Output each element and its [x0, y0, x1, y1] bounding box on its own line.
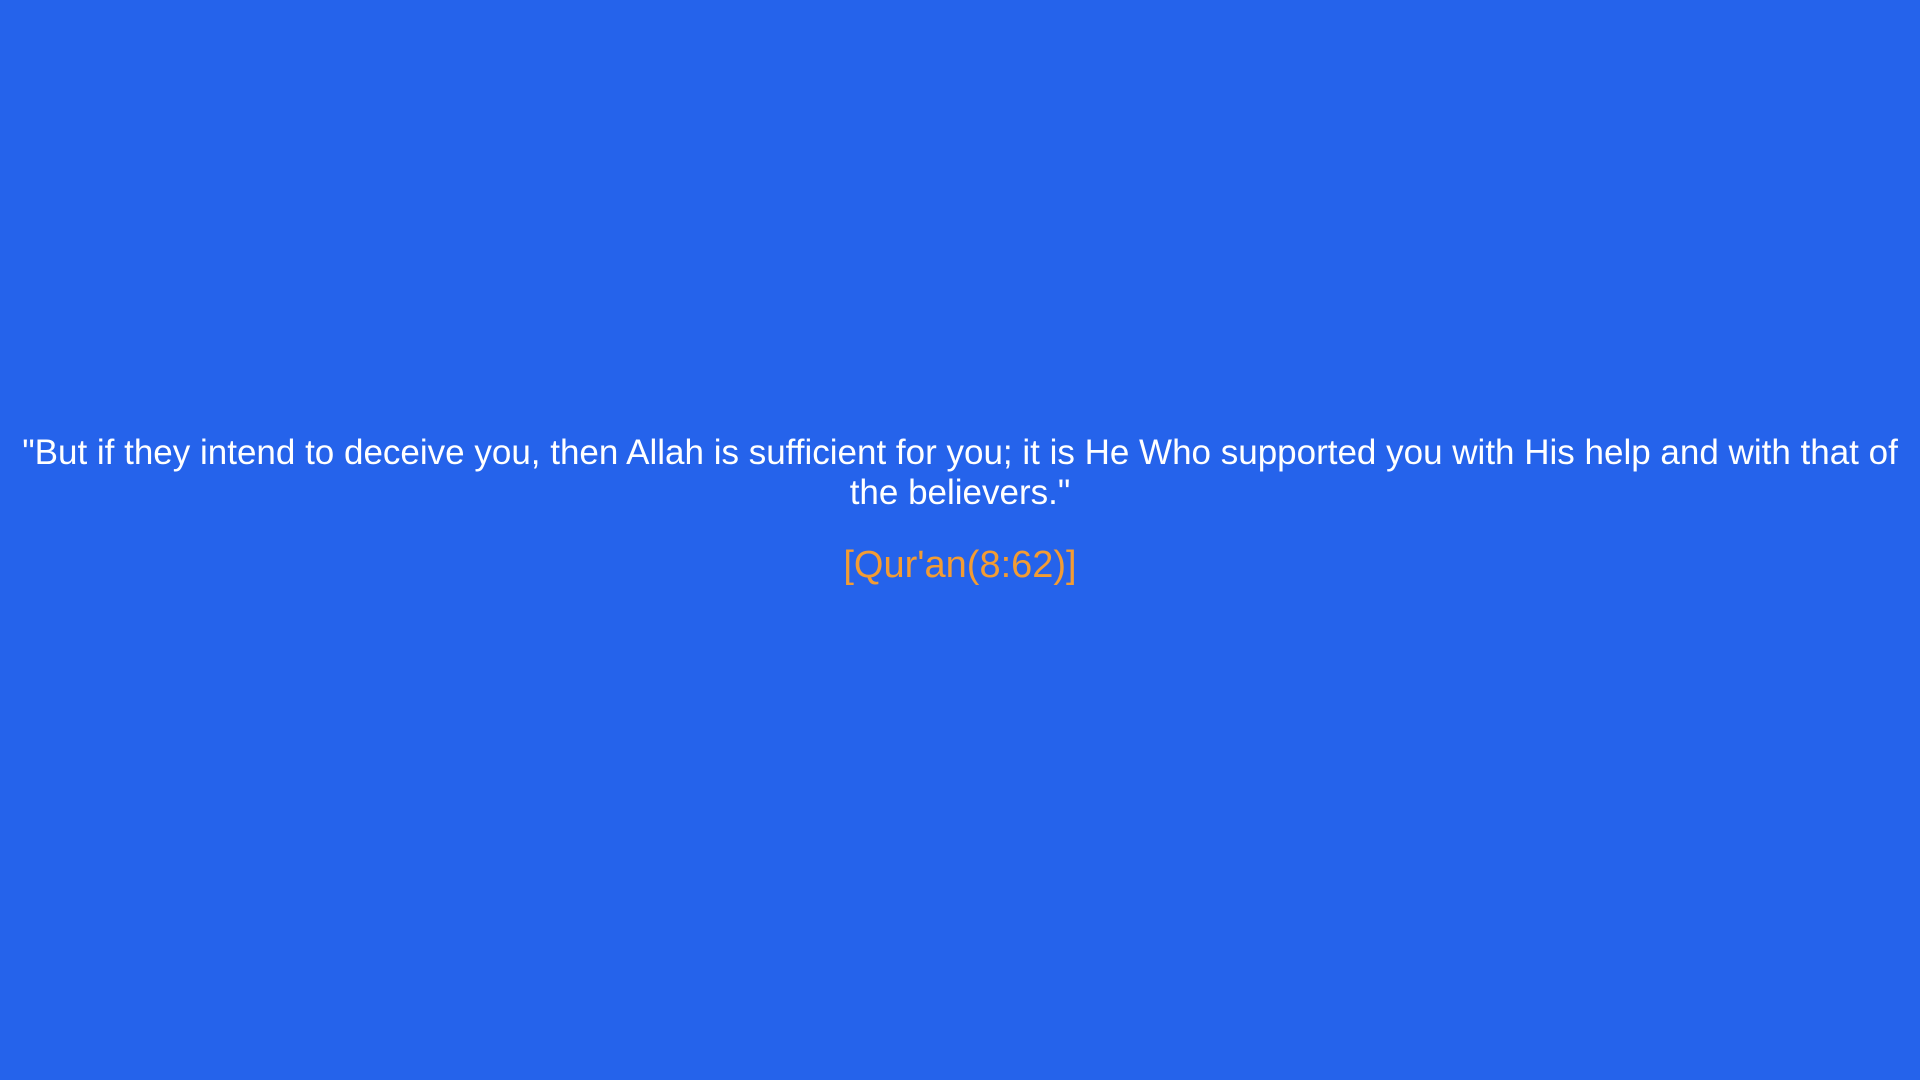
quote-text: "But if they intend to deceive you, then…: [22, 433, 1898, 512]
quote-source: [Qur'an(8:62)]: [843, 544, 1077, 586]
quote-screen: "But if they intend to deceive you, then…: [0, 0, 1920, 1080]
